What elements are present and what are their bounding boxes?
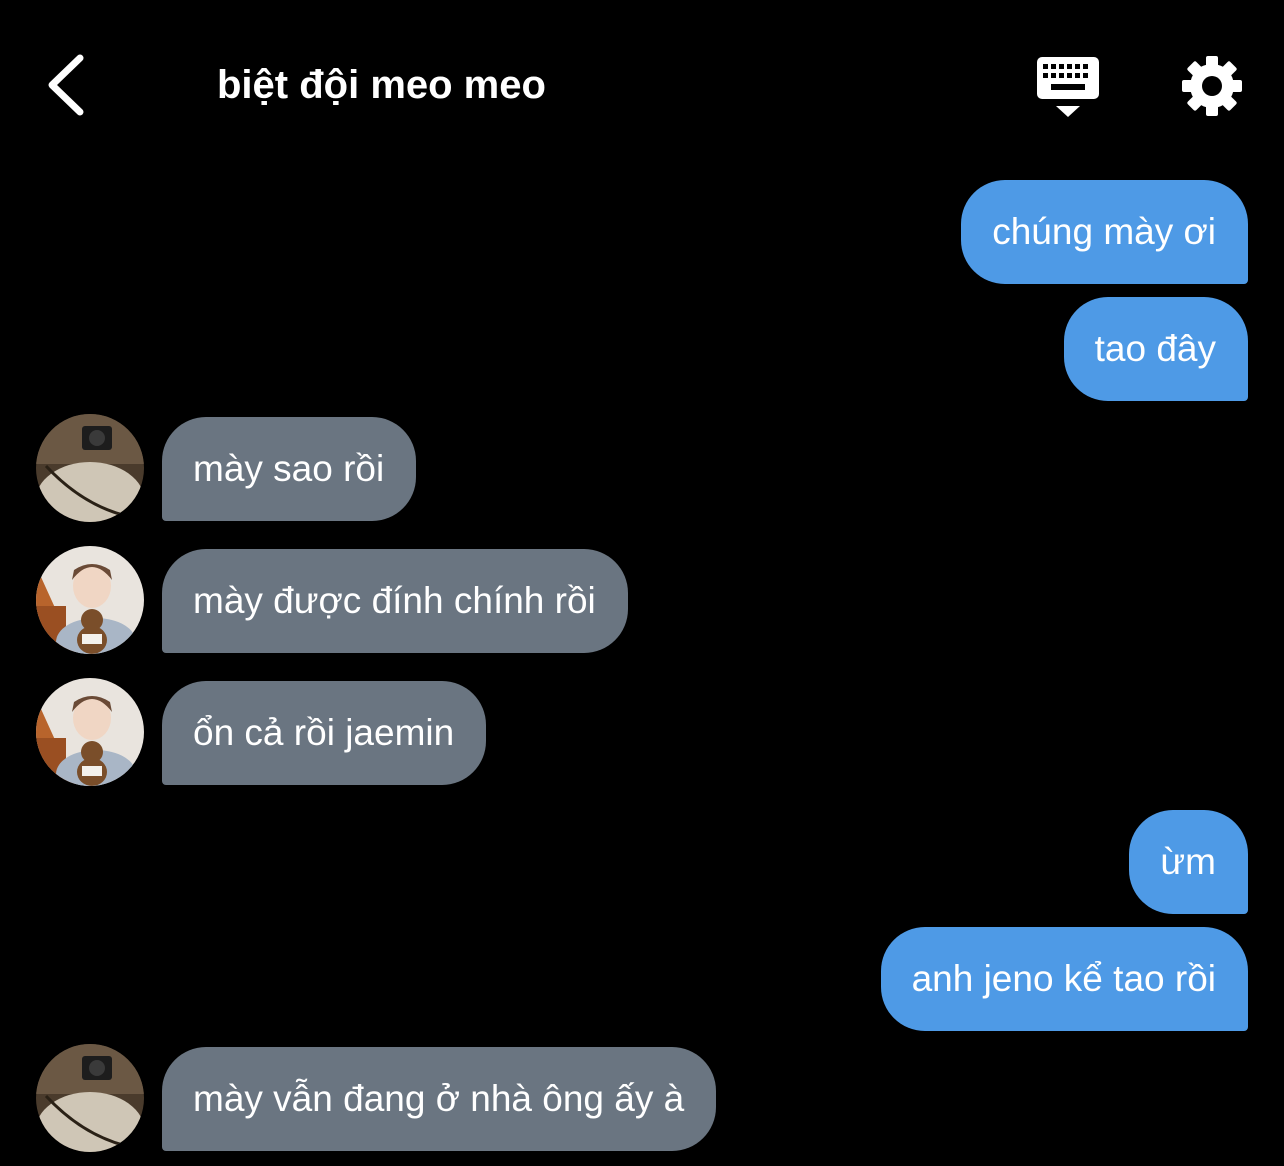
message-bubble-outgoing[interactable]: anh jeno kể tao rồi [880, 927, 1248, 1031]
keyboard-button[interactable] [1034, 54, 1102, 120]
avatar[interactable] [36, 678, 144, 786]
message-bubble-incoming[interactable]: ổn cả rồi jaemin [162, 681, 487, 785]
message-bubble-outgoing[interactable]: tao đây [1063, 297, 1248, 401]
avatar-camera-image [36, 1044, 144, 1152]
message-bubble-incoming[interactable]: mày vẫn đang ở nhà ông ấy à [162, 1047, 717, 1151]
keyboard-icon [1037, 57, 1099, 117]
chat-title: biệt đội meo meo [217, 63, 546, 107]
chevron-left-icon [48, 54, 84, 116]
message-bubble-incoming[interactable]: mày sao rồi [162, 417, 417, 521]
message-bubble-outgoing[interactable]: ừm [1129, 810, 1248, 914]
back-button[interactable] [40, 50, 100, 120]
chat-header: biệt đội meo meo [0, 0, 1284, 170]
avatar-camera-image [36, 414, 144, 522]
gear-icon [1182, 56, 1242, 116]
avatar-teddy-image [36, 678, 144, 786]
settings-button[interactable] [1180, 54, 1244, 118]
message-bubble-outgoing[interactable]: chúng mày ơi [961, 180, 1248, 284]
avatar[interactable] [36, 1044, 144, 1152]
message-bubble-incoming[interactable]: mày được đính chính rồi [162, 549, 628, 653]
avatar[interactable] [36, 546, 144, 654]
avatar-teddy-image [36, 546, 144, 654]
avatar[interactable] [36, 414, 144, 522]
